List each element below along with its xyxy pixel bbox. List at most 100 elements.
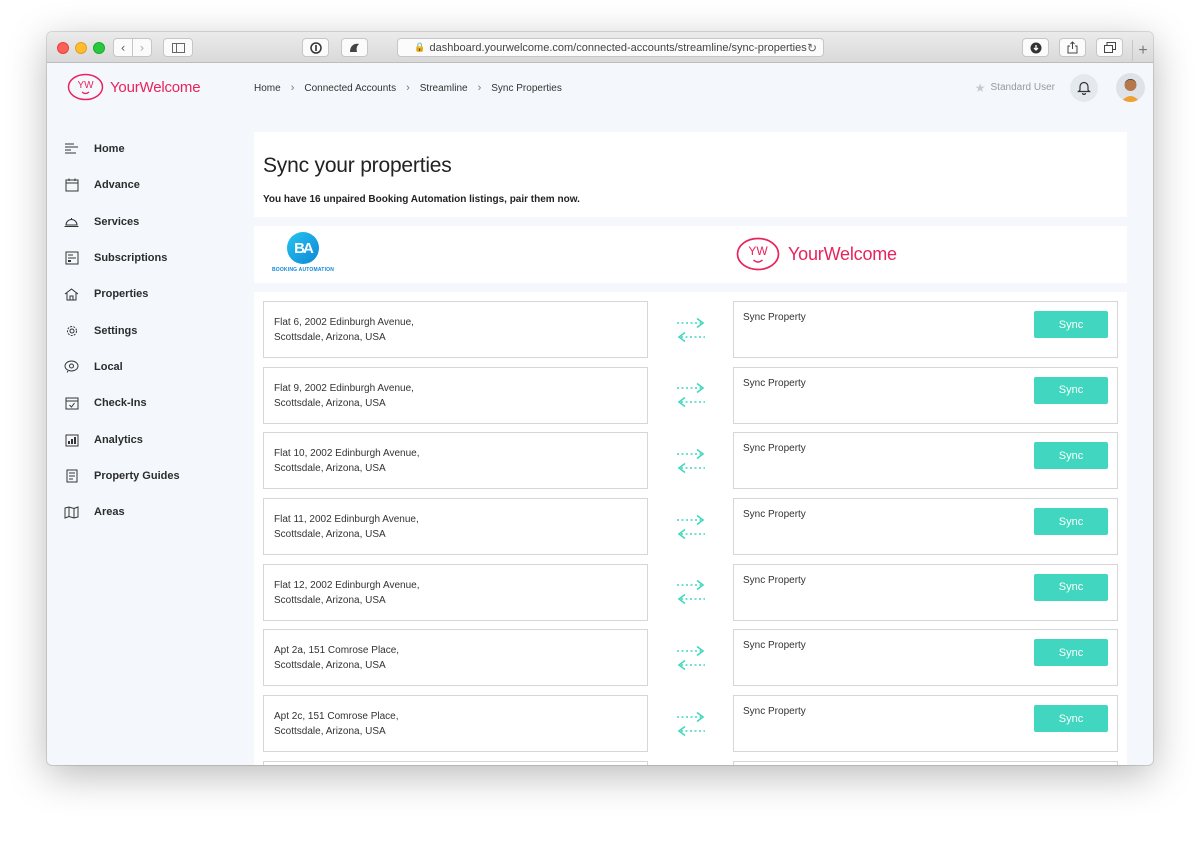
download-icon <box>1030 42 1041 53</box>
user-area: ★ Standard User <box>975 73 1145 102</box>
sync-target[interactable]: Sync PropertySync <box>733 498 1118 556</box>
sync-row: Apt 2c, 151 Comrose Place, Scottsdale, Ar… <box>263 695 1118 753</box>
booking-automation-mark: BA <box>287 232 319 264</box>
zoom-window-button[interactable] <box>93 42 105 54</box>
nav-label: Analytics <box>94 433 143 446</box>
sync-target[interactable]: Sync PropertySync <box>733 760 1118 765</box>
sync-button[interactable]: Sync <box>1034 573 1108 601</box>
nav-label: Subscriptions <box>94 252 168 265</box>
nav-item-areas[interactable]: Areas <box>64 494 180 530</box>
sync-button[interactable]: Sync <box>1034 508 1108 536</box>
tabs-icon <box>1103 42 1116 53</box>
sync-button[interactable]: Sync <box>1034 311 1108 338</box>
nav-item-local[interactable]: Local <box>64 349 180 385</box>
nav-label: Property Guides <box>94 469 180 482</box>
share-icon <box>1067 41 1078 54</box>
sync-row: Flat 11, 2002 Edinburgh Avenue, Scottsdal… <box>263 498 1118 556</box>
avatar[interactable] <box>1116 73 1145 102</box>
home-icon <box>64 142 79 157</box>
extension-button-2[interactable] <box>341 38 368 57</box>
forward-button[interactable]: › <box>132 38 152 57</box>
sync-arrows <box>648 564 733 621</box>
sync-arrows-icon <box>676 580 705 605</box>
nav-item-services[interactable]: Services <box>64 204 180 240</box>
sync-button[interactable]: Sync <box>1034 705 1108 733</box>
external-property: Flat 12, 2002 Edinburgh Avenue, Scottsdal… <box>263 563 648 621</box>
property-address-line1: Flat 9, 2002 Edinburgh Avenue, <box>274 382 414 394</box>
browser-window: ‹ › 🔒 dashboard.yourwelcome.com/connecte… <box>47 32 1153 765</box>
share-button[interactable] <box>1059 38 1086 57</box>
sync-row: Apt 2a, 151 Comrose Place, Scottsdale, Ar… <box>263 629 1118 687</box>
sync-row: Flat 12, 2002 Edinburgh Avenue, Scottsdal… <box>263 563 1118 621</box>
property-address-line1: Apt 2c, 151 Comrose Place, <box>274 711 399 723</box>
property-address-line1: Apt 2a, 151 Comrose Place, <box>274 645 400 657</box>
browser-toolbar: ‹ › 🔒 dashboard.yourwelcome.com/connecte… <box>47 32 1153 63</box>
breadcrumb-home[interactable]: Home <box>254 83 281 94</box>
nav-item-home[interactable]: Home <box>64 131 180 167</box>
external-property: Flat 6, 2002 Edinburgh Avenue, Scottsdale… <box>263 301 648 358</box>
nav-item-settings[interactable]: Settings <box>64 312 180 348</box>
sync-arrows-icon <box>676 317 705 342</box>
sync-target[interactable]: Sync PropertySync <box>733 629 1118 687</box>
yourwelcome-logo-icon: YW <box>736 237 780 271</box>
sync-button[interactable]: Sync <box>1034 376 1108 404</box>
sync-button[interactable]: Sync <box>1034 442 1108 470</box>
close-window-button[interactable] <box>57 42 69 54</box>
chevron-left-icon: ‹ <box>120 40 126 55</box>
nav-item-property-guides[interactable]: Property Guides <box>64 458 180 494</box>
back-button[interactable]: ‹ <box>113 38 133 57</box>
minimize-window-button[interactable] <box>75 42 87 54</box>
breadcrumb-connected-accounts[interactable]: Connected Accounts <box>304 83 396 94</box>
breadcrumb-streamline[interactable]: Streamline <box>420 83 468 94</box>
sync-row: Flat 9, 2002 Edinburgh Avenue, Scottsdale… <box>263 366 1118 424</box>
external-property: Flat 11, 2002 Edinburgh Avenue, Scottsdal… <box>263 498 648 556</box>
sync-arrows-icon <box>676 448 705 474</box>
property-address-line2: Scottsdale, Arizona, USA <box>274 529 386 541</box>
reload-icon[interactable]: ↻ <box>807 41 817 55</box>
nav-label: Areas <box>94 506 125 519</box>
nav-label: Properties <box>94 288 149 301</box>
nav-item-check-ins[interactable]: Check-Ins <box>64 385 180 421</box>
external-property: Apt 2c, 151 Comrose Place, Scottsdale, Ar… <box>263 695 648 753</box>
notifications-button[interactable] <box>1070 73 1098 102</box>
sync-target[interactable]: Sync PropertySync <box>733 366 1118 424</box>
nav-label: Settings <box>94 324 138 337</box>
check-calendar-icon <box>64 396 79 411</box>
chevron-right-icon: › <box>477 82 482 94</box>
map-icon <box>64 505 79 520</box>
subscriptions-icon <box>64 251 79 266</box>
main-content: Sync your properties You have 16 unpaire… <box>254 132 1127 765</box>
sidebar-toggle-button[interactable] <box>163 38 193 57</box>
tabs-button[interactable] <box>1096 38 1123 57</box>
nav-label: Local <box>94 360 123 373</box>
sync-arrows <box>648 498 733 555</box>
sync-target[interactable]: Sync PropertySync <box>733 563 1118 621</box>
external-property: Flat 9, 2002 Edinburgh Avenue, Scottsdale… <box>263 366 648 424</box>
breadcrumb-sync-properties: Sync Properties <box>491 82 562 94</box>
external-property: Apt 2a, 151 Comrose Place, Scottsdale, Ar… <box>263 629 648 687</box>
nav-label: Services <box>94 215 140 228</box>
nav-item-properties[interactable]: Properties <box>64 276 180 312</box>
chevron-right-icon: › <box>139 40 145 55</box>
sync-target[interactable]: Sync PropertySync <box>733 301 1118 358</box>
address-bar[interactable]: 🔒 dashboard.yourwelcome.com/connected-ac… <box>397 38 824 57</box>
sync-target[interactable]: Sync PropertySync <box>733 432 1118 490</box>
nav-item-advance[interactable]: Advance <box>64 167 180 203</box>
sync-target[interactable]: Sync PropertySync <box>733 695 1118 753</box>
chevron-right-icon: › <box>406 82 410 94</box>
logo-mark-text: YW <box>77 80 94 91</box>
nav-item-analytics[interactable]: Analytics <box>64 421 180 457</box>
booking-automation-logo: BA BOOKING AUTOMATION <box>272 232 334 273</box>
new-tab-button[interactable]: + <box>1132 40 1153 63</box>
property-address-line1: Flat 10, 2002 Edinburgh Avenue, <box>274 448 420 460</box>
nav-item-subscriptions[interactable]: Subscriptions <box>64 240 180 276</box>
lock-icon: 🔒 <box>414 42 426 52</box>
yourwelcome-logo-icon: YW <box>67 73 104 101</box>
property-address-line2: Scottsdale, Arizona, USA <box>274 660 386 672</box>
extension-button[interactable] <box>302 38 329 57</box>
app-logo[interactable]: YW YourWelcome <box>67 73 201 101</box>
sync-arrows-icon <box>676 711 705 736</box>
integration-logos: BA BOOKING AUTOMATION YW YourWelcome <box>254 226 1127 283</box>
downloads-button[interactable] <box>1022 38 1049 57</box>
sync-button[interactable]: Sync <box>1034 639 1108 667</box>
